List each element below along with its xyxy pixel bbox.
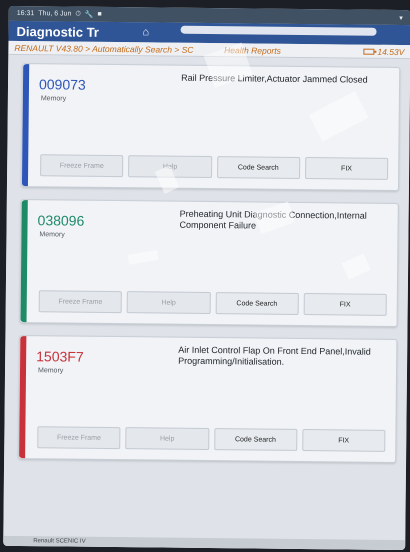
dtc-status: Memory (40, 95, 67, 103)
dtc-status: Memory (39, 231, 65, 239)
home-icon[interactable]: ⌂ (143, 26, 150, 38)
breadcrumb: RENAULT V43.80 > Automatically Search > … (14, 42, 363, 56)
breadcrumb-current: Health Reports (224, 44, 281, 56)
dtc-card: 009073 Memory Rail Pressure Limiter,Actu… (20, 63, 401, 192)
breadcrumb-path: RENAULT V43.80 > Automatically Search > … (14, 42, 194, 55)
tablet-screen: 16:31 Thu, 6 Jun ⏱ 🔧 ■ ▾ Diagnostic Tr ⌂… (3, 5, 410, 551)
voltage-indicator: 14.53V (363, 46, 405, 57)
code-search-button[interactable]: Code Search (215, 292, 299, 315)
dtc-list: 009073 Memory Rail Pressure Limiter,Actu… (3, 54, 410, 551)
wrench-icon: 🔧 (84, 11, 94, 19)
help-button[interactable]: Help (126, 291, 211, 315)
dtc-status: Memory (37, 367, 64, 375)
code-search-button[interactable]: Code Search (216, 156, 301, 179)
dtc-card: 1503F7 Memory Air Inlet Control Flap On … (18, 335, 398, 463)
card-accent (21, 64, 30, 187)
fix-button[interactable]: FIX (304, 157, 389, 180)
status-time: 16:31 (16, 9, 35, 18)
card-actions: Freeze Frame Help Code Search FIX (40, 154, 389, 180)
page-title: Diagnostic Tr (16, 23, 100, 40)
voltage-value: 14.53V (377, 46, 405, 57)
dtc-code: 009073 (38, 76, 86, 93)
wifi-icon: ▾ (399, 14, 403, 22)
card-actions: Freeze Frame Help Code Search FIX (37, 426, 386, 452)
dtc-code: 038096 (37, 212, 85, 229)
card-actions: Freeze Frame Help Code Search FIX (38, 290, 387, 316)
freeze-frame-button[interactable]: Freeze Frame (38, 290, 123, 314)
dtc-code: 1503F7 (36, 348, 84, 365)
dtc-description: Rail Pressure Limiter,Actuator Jammed Cl… (181, 72, 368, 85)
dtc-description: Air Inlet Control Flap On Front End Pane… (178, 344, 371, 367)
dtc-card: 038096 Memory Preheating Unit Diagnostic… (19, 199, 399, 327)
card-accent (19, 336, 27, 459)
fix-button[interactable]: FIX (303, 293, 387, 316)
clock-icon: ⏱ (75, 10, 81, 18)
freeze-frame-button[interactable]: Freeze Frame (40, 154, 124, 178)
notification-icon: ■ (97, 10, 102, 18)
vehicle-label: Renault SCENIC IV (33, 538, 86, 545)
battery-icon (363, 48, 375, 55)
status-date: Thu, 6 Jun (38, 10, 72, 18)
code-search-button[interactable]: Code Search (213, 428, 298, 451)
help-button[interactable]: Help (125, 427, 209, 451)
card-accent (20, 200, 28, 323)
help-button[interactable]: Help (128, 155, 212, 179)
freeze-frame-button[interactable]: Freeze Frame (37, 426, 121, 450)
dtc-description: Preheating Unit Diagnostic Connection,In… (179, 208, 367, 231)
fix-button[interactable]: FIX (301, 429, 386, 452)
